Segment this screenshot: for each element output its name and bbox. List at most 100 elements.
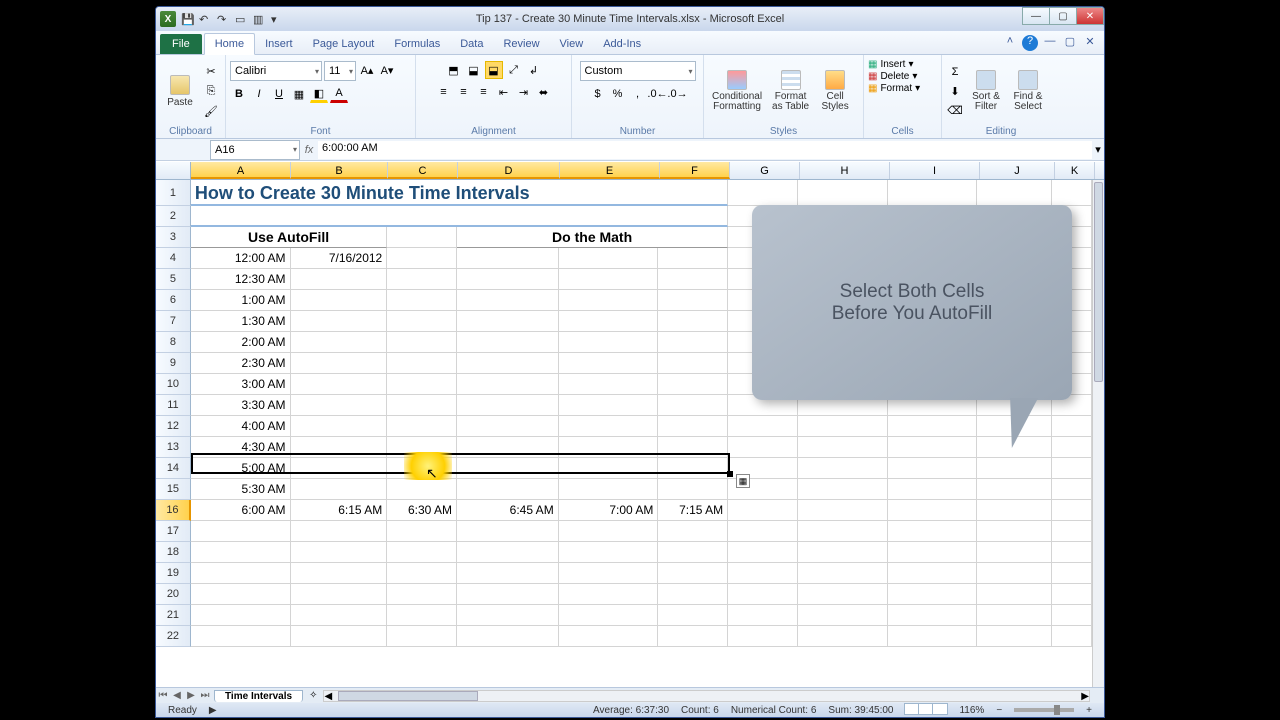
tab-data[interactable]: Data [450, 34, 493, 54]
clear-icon[interactable]: ⌫ [946, 101, 964, 119]
wrap-text-icon[interactable]: ↲ [525, 61, 543, 79]
tab-review[interactable]: Review [493, 34, 549, 54]
cell[interactable] [291, 458, 388, 479]
row-header-5[interactable]: 5 [156, 269, 191, 290]
cell[interactable] [559, 269, 659, 290]
cell[interactable] [728, 416, 798, 437]
tab-insert[interactable]: Insert [255, 34, 303, 54]
row-header-14[interactable]: 14 [156, 458, 191, 479]
cell[interactable]: 7:15 AM [658, 500, 728, 521]
fill-handle[interactable] [727, 471, 733, 477]
file-tab[interactable]: File [160, 34, 202, 54]
cell[interactable] [658, 395, 728, 416]
sheet-nav-prev-icon[interactable]: ◀ [170, 690, 184, 701]
cell[interactable] [559, 626, 659, 647]
cell[interactable] [658, 290, 728, 311]
cell[interactable]: 7/16/2012 [291, 248, 388, 269]
cell[interactable] [191, 521, 291, 542]
cell[interactable] [977, 605, 1052, 626]
cell[interactable] [559, 353, 659, 374]
cell[interactable] [977, 479, 1052, 500]
expand-formula-icon[interactable]: ▾ [1092, 143, 1104, 156]
cell[interactable] [977, 542, 1052, 563]
sheet-nav-next-icon[interactable]: ▶ [184, 690, 198, 701]
grow-font-icon[interactable]: A▴ [358, 61, 376, 79]
cell[interactable] [559, 248, 659, 269]
view-buttons[interactable] [905, 703, 947, 718]
cell[interactable] [291, 437, 388, 458]
cell[interactable] [457, 374, 559, 395]
comma-icon[interactable]: , [629, 85, 647, 103]
cell[interactable] [457, 458, 559, 479]
row-header-17[interactable]: 17 [156, 521, 191, 542]
percent-icon[interactable]: % [609, 85, 627, 103]
underline-button[interactable]: U [270, 85, 288, 103]
cell[interactable] [559, 416, 659, 437]
vertical-scrollbar[interactable] [1092, 180, 1104, 687]
cell[interactable] [658, 458, 728, 479]
cell[interactable] [291, 584, 388, 605]
tab-page-layout[interactable]: Page Layout [303, 34, 385, 54]
zoom-out-icon[interactable]: − [996, 705, 1002, 716]
cell[interactable] [798, 542, 888, 563]
cell[interactable]: 12:30 AM [191, 269, 291, 290]
cell[interactable] [387, 248, 457, 269]
help-icon[interactable]: ? [1022, 35, 1038, 51]
cell[interactable] [387, 584, 457, 605]
cell[interactable]: 12:00 AM [191, 248, 291, 269]
cell[interactable] [559, 521, 659, 542]
merge-center-icon[interactable]: ⬌ [535, 83, 553, 101]
cell[interactable] [888, 626, 978, 647]
row-header-21[interactable]: 21 [156, 605, 191, 626]
cell[interactable] [728, 605, 798, 626]
cell[interactable] [977, 626, 1052, 647]
cell[interactable] [1052, 605, 1092, 626]
cell[interactable] [457, 269, 559, 290]
cell[interactable] [191, 563, 291, 584]
border-button[interactable]: ▦ [290, 85, 308, 103]
cell[interactable] [977, 458, 1052, 479]
cell[interactable] [291, 374, 388, 395]
font-size-combo[interactable]: 11 [324, 61, 356, 81]
cell[interactable]: 4:30 AM [191, 437, 291, 458]
cell[interactable] [658, 521, 728, 542]
sort-filter-button[interactable]: Sort & Filter [966, 68, 1006, 114]
italic-button[interactable]: I [250, 85, 268, 103]
cell[interactable] [457, 479, 559, 500]
cell[interactable] [658, 542, 728, 563]
undo-icon[interactable]: ↶ [198, 12, 212, 26]
zoom-in-icon[interactable]: + [1086, 705, 1092, 716]
cell[interactable] [291, 605, 388, 626]
cell[interactable]: 3:00 AM [191, 374, 291, 395]
cells-insert-button[interactable]: ▦Insert ▾ [868, 59, 914, 70]
cell[interactable] [658, 437, 728, 458]
cell[interactable] [658, 374, 728, 395]
cell[interactable] [387, 437, 457, 458]
macro-record-icon[interactable]: ▶ [209, 705, 217, 716]
cell[interactable] [1052, 500, 1092, 521]
cell[interactable] [888, 437, 978, 458]
cell[interactable] [658, 332, 728, 353]
sheet-nav-first-icon[interactable]: ⏮ [156, 690, 170, 701]
cell[interactable] [728, 563, 798, 584]
cell[interactable] [798, 180, 888, 206]
cell[interactable] [1052, 437, 1092, 458]
align-center-icon[interactable]: ≡ [455, 83, 473, 101]
row-header-1[interactable]: 1 [156, 180, 191, 206]
autosum-icon[interactable]: Σ [946, 63, 964, 81]
cell[interactable] [387, 353, 457, 374]
cell[interactable] [291, 416, 388, 437]
currency-icon[interactable]: $ [589, 85, 607, 103]
row-header-10[interactable]: 10 [156, 374, 191, 395]
cell[interactable] [728, 180, 798, 206]
cell[interactable] [191, 206, 728, 227]
cell[interactable] [291, 290, 388, 311]
cell[interactable] [1052, 542, 1092, 563]
cell[interactable] [387, 458, 457, 479]
workbook-restore-icon[interactable]: ▢ [1062, 35, 1078, 51]
cell[interactable] [191, 626, 291, 647]
cell[interactable] [888, 416, 978, 437]
cell[interactable] [559, 374, 659, 395]
cell[interactable] [1052, 458, 1092, 479]
align-top-icon[interactable]: ⬒ [445, 61, 463, 79]
